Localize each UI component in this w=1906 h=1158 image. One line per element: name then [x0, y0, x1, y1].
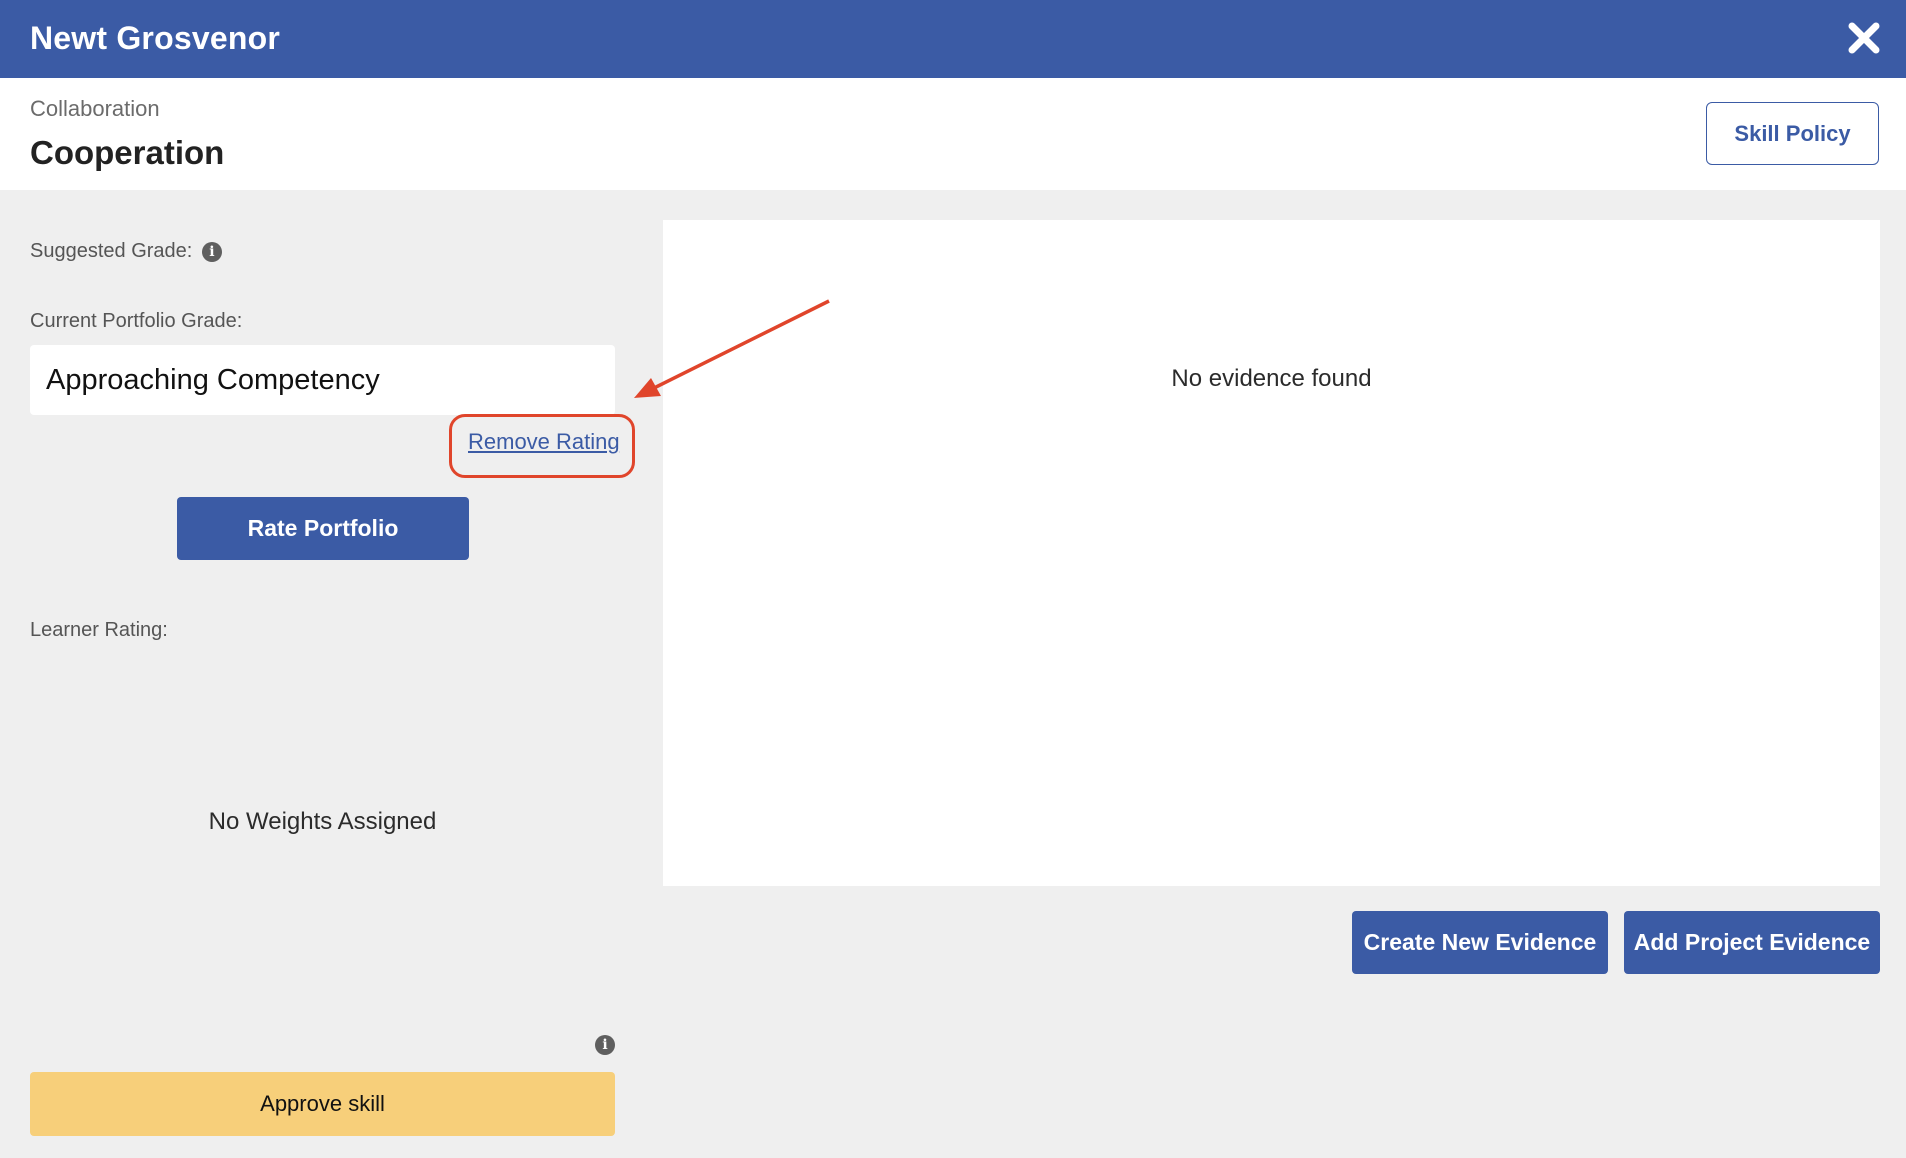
no-weights-message: No Weights Assigned — [208, 808, 437, 835]
no-evidence-message: No evidence found — [1171, 365, 1372, 392]
approve-info-icon[interactable]: i — [595, 1035, 615, 1055]
remove-rating-link[interactable]: Remove Rating — [468, 429, 620, 455]
current-grade-label: Current Portfolio Grade: — [30, 310, 243, 332]
rate-portfolio-button[interactable]: Rate Portfolio — [177, 497, 469, 560]
skill-title: Cooperation — [30, 134, 225, 171]
add-project-evidence-button[interactable]: Add Project Evidence — [1624, 911, 1880, 974]
current-grade-value: Approaching Competency — [30, 345, 615, 415]
suggested-grade-row: Suggested Grade: i — [30, 240, 222, 263]
evidence-panel: No evidence found — [663, 220, 1880, 886]
close-icon[interactable] — [1844, 18, 1884, 58]
skill-header: Collaboration Cooperation Skill Policy — [0, 78, 1906, 190]
suggested-grade-label: Suggested Grade: — [30, 240, 193, 262]
skill-category: Collaboration — [30, 96, 160, 121]
learner-name: Newt Grosvenor — [30, 20, 280, 56]
modal-header: Newt Grosvenor — [0, 0, 1906, 78]
info-icon[interactable]: i — [201, 241, 222, 262]
approve-skill-button[interactable]: Approve skill — [30, 1072, 615, 1136]
learner-rating-label: Learner Rating: — [30, 619, 168, 641]
skill-policy-button[interactable]: Skill Policy — [1706, 102, 1879, 165]
create-new-evidence-button[interactable]: Create New Evidence — [1352, 911, 1608, 974]
